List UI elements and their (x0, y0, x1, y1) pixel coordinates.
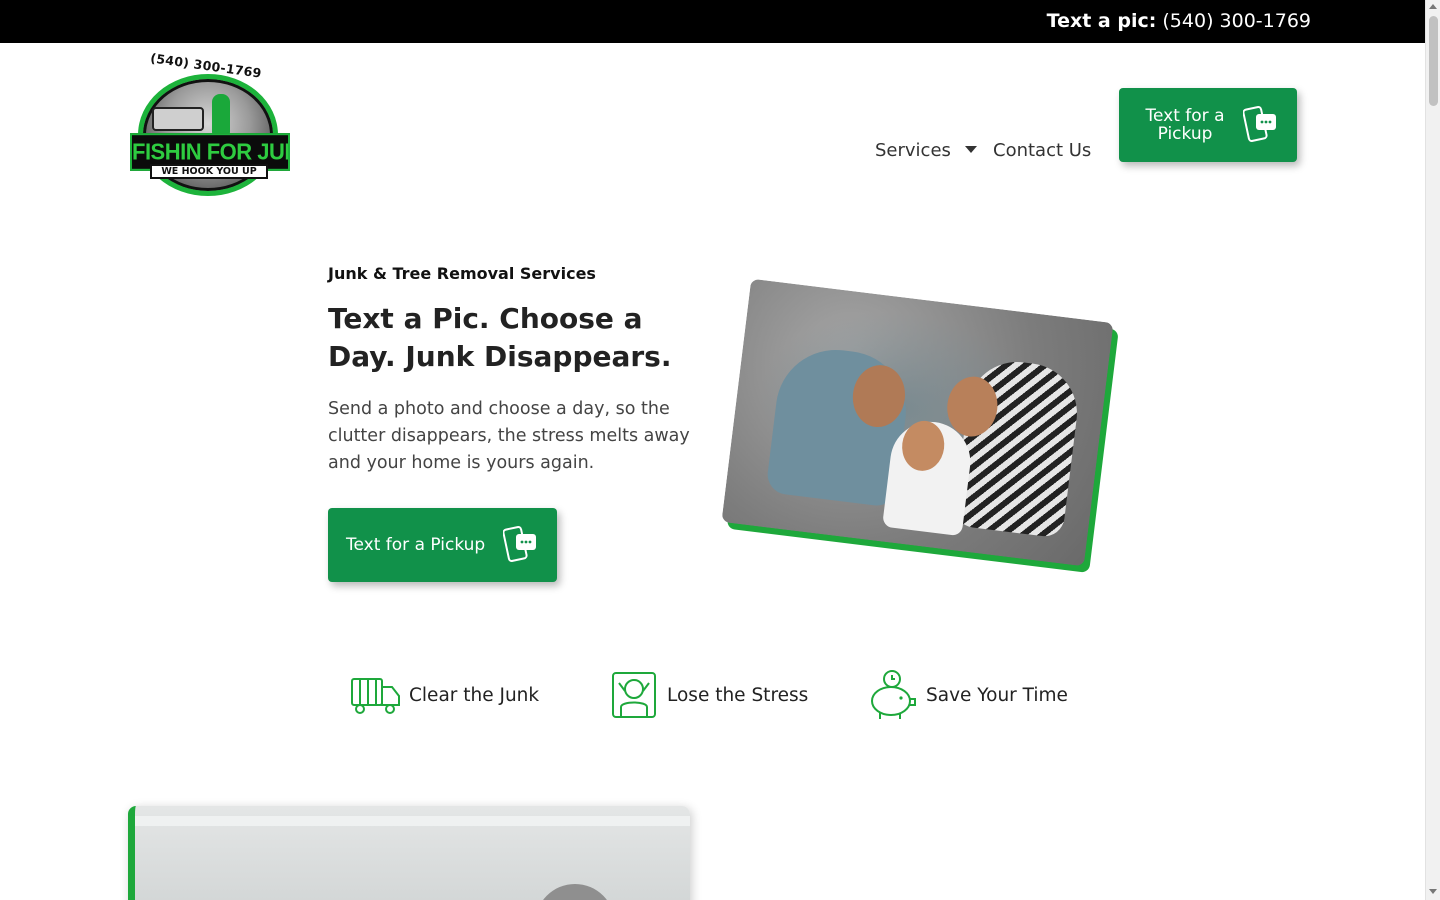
nav-services-label: Services (875, 140, 951, 161)
hero-cta-label: Text for a Pickup (346, 535, 486, 555)
topbar-phone-link[interactable]: (540) 300-1769 (1162, 10, 1311, 32)
hero-family-photo (721, 278, 1119, 574)
topbar-label: Text a pic: (1046, 10, 1157, 32)
lower-section-photo (128, 806, 690, 900)
nav-services[interactable]: Services (875, 140, 977, 164)
nav-contact-us[interactable]: Contact Us (993, 140, 1091, 164)
feature-label: Save Your Time (926, 684, 1068, 706)
message-phone-icon (1243, 106, 1276, 142)
feature-clear-junk: Clear the Junk (350, 668, 539, 722)
hero-lead-text: Send a photo and choose a day, so the cl… (328, 399, 690, 473)
page-scrollbar[interactable] (1425, 0, 1440, 900)
feature-label: Clear the Junk (409, 684, 540, 706)
logo-fisherman-graphic (212, 94, 230, 134)
caret-down-icon[interactable] (964, 145, 977, 153)
scroll-up-arrow-icon[interactable] (1429, 4, 1437, 9)
hero-eyebrow: Junk & Tree Removal Services (328, 264, 596, 283)
scrollbar-thumb[interactable] (1429, 16, 1438, 106)
photo-person-head (535, 884, 615, 900)
photo-shelf (135, 816, 690, 826)
scroll-down-arrow-icon[interactable] (1429, 889, 1437, 894)
top-bar: Text a pic: (540) 300-1769 (0, 0, 1425, 43)
feature-save-time: Save Your Time (866, 668, 1068, 722)
feature-label: Lose the Stress (667, 684, 809, 706)
relaxed-person-icon (612, 672, 656, 718)
feature-lose-stress: Lose the Stress (609, 668, 808, 722)
topbar-text[interactable]: Text a pic: (540) 300-1769 (1047, 10, 1311, 32)
header-cta-label: Text for a Pickup (1145, 106, 1225, 144)
message-phone-icon (503, 526, 536, 562)
piggy-bank-clock-icon (871, 670, 916, 719)
site-logo[interactable]: (540) 300-1769 FISHIN FOR JUNK LLC WE HO… (130, 50, 290, 197)
logo-tagline: WE HOOK YOU UP (150, 164, 268, 179)
family-photo-image (721, 278, 1114, 567)
hero-headline: Text a Pic. Choose a Day. Junk Disappear… (328, 302, 672, 373)
truck-icon (351, 678, 400, 714)
hero-text-pickup-button[interactable]: Text for a Pickup (328, 508, 557, 582)
header-text-pickup-button[interactable]: Text for a Pickup (1119, 88, 1297, 162)
logo-truck-graphic (152, 107, 204, 131)
